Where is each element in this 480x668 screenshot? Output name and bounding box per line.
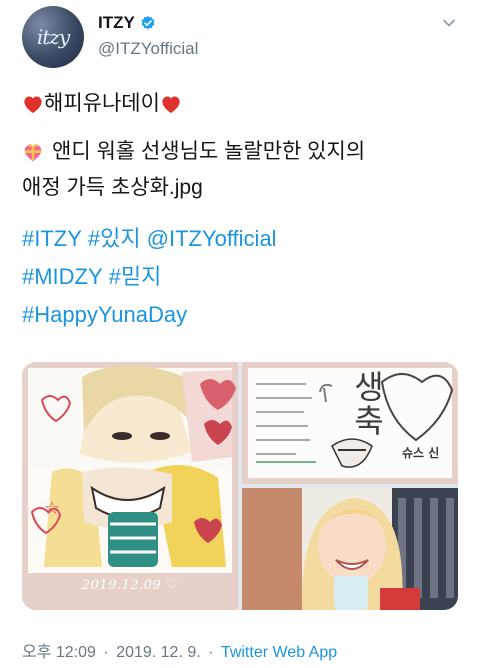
image-1-caption: 2019.12.09 ♡	[81, 578, 179, 593]
hashtag-link[interactable]: #ITZY	[22, 221, 82, 257]
photo-portrait	[242, 488, 458, 610]
hashtag-link[interactable]: #믿지	[109, 259, 162, 295]
card-birthday-text: 생축	[348, 370, 386, 438]
tweet-source-link[interactable]: Twitter Web App	[221, 644, 337, 661]
separator: ·	[208, 644, 214, 661]
hashtag-row: #ITZY #있지 @ITZYofficial	[22, 220, 462, 258]
tweet-time[interactable]: 오후 12:09	[22, 644, 96, 661]
hashtag-link[interactable]: #MIDZY	[22, 259, 103, 295]
tweet-line-1: 해피유나데이	[22, 86, 462, 122]
avatar[interactable]: itzy	[22, 6, 84, 68]
hashtag-row: #MIDZY #믿지	[22, 258, 462, 296]
hashtags: #ITZY #있지 @ITZYofficial #MIDZY #믿지 #Happ…	[22, 220, 462, 334]
hashtag-row: #HappyYunaDay	[22, 296, 462, 334]
tweet-line-2: 앤디 워홀 선생님도 놀랄만한 있지의	[22, 134, 462, 170]
avatar-logo: itzy	[36, 25, 70, 49]
tweet-line-3: 애정 가득 초상화.jpg	[22, 170, 462, 206]
tweet-line-3-text: 애정 가득 초상화.jpg	[22, 176, 203, 199]
media-image-1[interactable]: ☆ 2019.12.09 ♡	[22, 362, 238, 610]
mention-link[interactable]: @ITZYofficial	[147, 221, 277, 257]
chevron-down-icon[interactable]	[442, 16, 456, 30]
drawing-portrait-collage: ☆	[22, 362, 238, 610]
sparkling-heart-gift-icon	[24, 143, 42, 162]
tweet-date[interactable]: 2019. 12. 9.	[116, 644, 201, 661]
hashtag-link[interactable]: #HappyYunaDay	[22, 297, 187, 333]
display-name[interactable]: ITZY	[98, 13, 135, 33]
verified-badge-icon	[141, 16, 155, 30]
separator: ·	[103, 644, 109, 661]
media-grid: ☆ 2019.12.09 ♡ 생축 슈스 신	[22, 362, 458, 610]
red-heart-icon	[162, 96, 180, 114]
card-signature: 슈스 신	[402, 446, 440, 460]
tweet-line-2-text: 앤디 워홀 선생님도 놀랄만한 있지의	[52, 140, 366, 163]
hashtag-link[interactable]: #있지	[88, 221, 141, 257]
red-heart-icon	[24, 96, 42, 114]
tweet-timestamp: 오후 12:09 · 2019. 12. 9. · Twitter Web Ap…	[22, 638, 337, 662]
media-image-2[interactable]: 생축 슈스 신	[242, 362, 458, 484]
tweet-header: itzy ITZY @ITZYofficial	[22, 6, 462, 68]
svg-text:☆: ☆	[44, 498, 60, 519]
tweet-line-1-text: 해피유나데이	[44, 92, 160, 115]
name-row[interactable]: ITZY	[98, 13, 156, 33]
handle[interactable]: @ITZYofficial	[98, 39, 198, 59]
tweet-text: 해피유나데이 앤디 워홀 선생님도 놀랄만한 있지의 애정 가득 초상화.jpg…	[22, 86, 462, 334]
media-image-3[interactable]	[242, 488, 458, 610]
